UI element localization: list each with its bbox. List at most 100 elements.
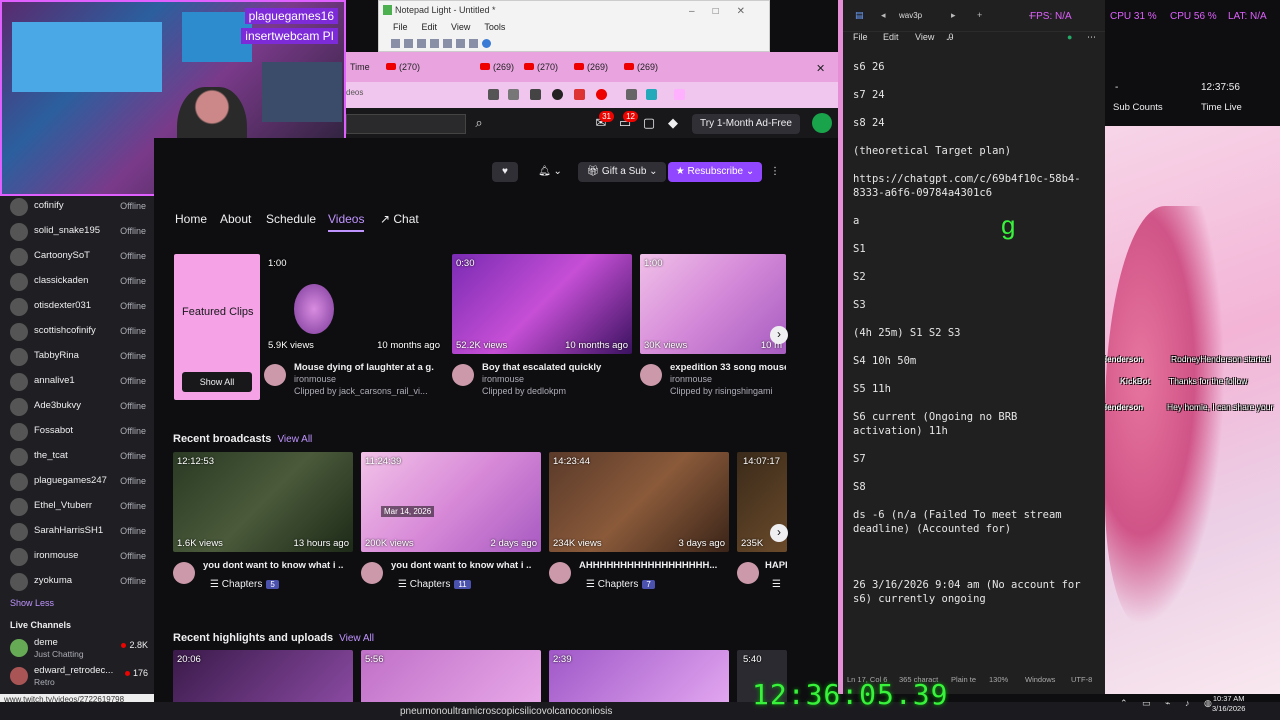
menu-edit[interactable]: Edit xyxy=(883,32,899,42)
broadcast-thumbnail[interactable]: 14:23:44 234K views 3 days ago xyxy=(549,452,729,552)
video-title[interactable]: you dont want to know what i ... xyxy=(203,560,343,571)
chapters-icon[interactable]: ☰ xyxy=(772,579,781,595)
follow-heart-icon[interactable]: ♥ xyxy=(492,162,518,182)
menu-edit[interactable]: Edit xyxy=(422,19,438,35)
gift-sub-button[interactable]: 🎁︎ Gift a Sub ⌄ xyxy=(578,162,666,182)
sidebar-channel-item[interactable]: scottishcofinify Offline xyxy=(0,321,154,343)
tab-home[interactable]: Home xyxy=(175,212,207,226)
sidebar-channel-item[interactable]: TabbyRina Offline xyxy=(0,346,154,368)
notepad-light-window[interactable]: Notepad Light - Untitled * –□✕ File Edit… xyxy=(378,0,770,52)
bookmark-icon[interactable] xyxy=(508,89,519,100)
video-title[interactable]: HAPI xyxy=(765,560,789,571)
browser-tab[interactable]: (269) xyxy=(624,62,658,72)
cut-icon[interactable] xyxy=(443,38,452,48)
browser-tab[interactable]: (270) xyxy=(386,62,420,72)
clip-title[interactable]: Mouse dying of laughter at a g... xyxy=(294,362,434,373)
copy-icon[interactable] xyxy=(456,38,465,48)
chapters-button[interactable]: ☰ Chapters 5 xyxy=(210,579,279,595)
search-input[interactable] xyxy=(346,114,466,134)
browser-tab[interactable]: Time xyxy=(350,62,370,72)
sidebar-channel-item[interactable]: zyokuma Offline xyxy=(0,571,154,593)
clip-title[interactable]: Boy that escalated quickly xyxy=(482,362,622,373)
extension-icon[interactable] xyxy=(646,89,657,100)
sidebar-channel-item[interactable]: cofinify Offline xyxy=(0,196,154,218)
highlight-thumbnail[interactable]: 5:56 xyxy=(361,650,541,704)
sidebar-channel-item[interactable]: annalive1 Offline xyxy=(0,371,154,393)
notepad-tab-name[interactable]: wav3p xyxy=(899,11,922,20)
channel-avatar[interactable] xyxy=(361,562,383,584)
sidebar-channel-item[interactable]: otisdexter031 Offline xyxy=(0,296,154,318)
channel-avatar[interactable] xyxy=(640,364,662,386)
sidebar-channel-item[interactable]: the_tcat Offline xyxy=(0,446,154,468)
carousel-next-button[interactable]: › xyxy=(770,524,788,542)
highlight-thumbnail[interactable]: 20:06 xyxy=(173,650,353,704)
more-options-icon[interactable]: ⋯ xyxy=(1087,32,1096,43)
search-icon[interactable]: ⌕ xyxy=(468,114,490,134)
tab-back-icon[interactable]: ◂ xyxy=(881,10,886,21)
new-file-icon[interactable] xyxy=(391,38,400,48)
open-file-icon[interactable] xyxy=(404,38,413,48)
help-icon[interactable] xyxy=(482,38,491,48)
live-channel-item[interactable]: deme Just Chatting 2.8K xyxy=(0,636,154,660)
format-icon[interactable]: Ꭿ xyxy=(947,32,954,43)
carousel-next-button[interactable]: › xyxy=(770,326,788,344)
browser-tab[interactable]: (269) xyxy=(480,62,514,72)
sidebar-channel-item[interactable]: solid_snake195 Offline xyxy=(0,221,154,243)
view-all-link[interactable]: View All xyxy=(277,434,312,445)
resubscribe-button[interactable]: ★ Resubscribe ⌄ xyxy=(668,162,762,182)
channel-avatar[interactable] xyxy=(737,562,759,584)
sidebar-channel-item[interactable]: CartoonySoT Offline xyxy=(0,246,154,268)
channel-avatar[interactable] xyxy=(549,562,571,584)
youtube-extension-icon[interactable] xyxy=(596,89,607,100)
download-icon[interactable] xyxy=(530,89,541,100)
system-clock[interactable]: 10:37 AM 3/16/2026 xyxy=(1212,694,1245,714)
clip-thumbnail[interactable]: 1:00 5.9K views 10 months ago xyxy=(264,254,444,354)
chapters-button[interactable]: ☰ Chapters 7 xyxy=(586,579,655,595)
sidebar-channel-item[interactable]: SarahHarrisSH1 Offline xyxy=(0,521,154,543)
sidebar-channel-item[interactable]: ironmouse Offline xyxy=(0,546,154,568)
address-bar-text[interactable]: deos xyxy=(346,88,363,97)
tab-chat[interactable]: ↗ Chat xyxy=(380,212,419,226)
extension-icon[interactable] xyxy=(574,89,585,100)
tab-forward-icon[interactable]: ▸ xyxy=(951,10,956,21)
new-tab-icon[interactable]: + xyxy=(977,10,982,20)
extension-icon[interactable] xyxy=(552,89,563,100)
clip-title[interactable]: expedition 33 song mouse xyxy=(670,362,786,373)
menu-view[interactable]: View xyxy=(915,32,934,42)
sidebar-channel-item[interactable]: Ethel_Vtuberr Offline xyxy=(0,496,154,518)
clip-channel[interactable]: ironmouse xyxy=(482,374,622,384)
browser-tab[interactable]: (270) xyxy=(524,62,558,72)
channel-avatar[interactable] xyxy=(173,562,195,584)
sidebar-channel-item[interactable]: Ade3bukvy Offline xyxy=(0,396,154,418)
camera-icon[interactable] xyxy=(674,89,685,100)
print-icon[interactable] xyxy=(430,38,439,48)
more-options-icon[interactable]: ⋮ xyxy=(768,162,782,182)
user-avatar[interactable] xyxy=(812,113,832,133)
clip-thumbnail[interactable]: 0:30 52.2K views 10 months ago xyxy=(452,254,632,354)
prime-loot-icon[interactable]: ✉ 31 xyxy=(592,111,614,133)
sidebar-channel-item[interactable]: Fossabot Offline xyxy=(0,421,154,443)
sidebar-channel-item[interactable]: classickaden Offline xyxy=(0,271,154,293)
channel-avatar[interactable] xyxy=(452,364,474,386)
menu-file[interactable]: File xyxy=(853,32,868,42)
clip-thumbnail[interactable]: 1:00 30K views 10 m xyxy=(640,254,786,354)
extension-icon[interactable] xyxy=(626,89,637,100)
clip-channel[interactable]: ironmouse xyxy=(294,374,434,384)
try-ad-free-button[interactable]: Try 1-Month Ad-Free xyxy=(692,114,800,134)
profile-icon[interactable]: ● xyxy=(1067,32,1072,42)
notifications-bell-icon[interactable]: 🔔︎ ⌄ xyxy=(532,162,568,182)
video-title[interactable]: you dont want to know what i ... xyxy=(391,560,531,571)
show-all-button[interactable]: Show All xyxy=(182,372,252,392)
tab-about[interactable]: About xyxy=(220,212,251,226)
system-tray[interactable]: ⌃ ▭ ⌁ ♪ ◍ xyxy=(1120,698,1218,709)
broadcast-thumbnail[interactable]: 11:24:39 Mar 14, 2026 200K views 2 days … xyxy=(361,452,541,552)
broadcast-thumbnail[interactable]: 12:12:53 1.6K views 13 hours ago xyxy=(173,452,353,552)
view-all-link[interactable]: View All xyxy=(339,633,374,644)
extension-icon[interactable] xyxy=(488,89,499,100)
browser-tab[interactable]: (269) xyxy=(574,62,608,72)
save-icon[interactable] xyxy=(417,38,426,48)
window-controls[interactable]: –□✕ xyxy=(689,3,763,21)
video-title[interactable]: AHHHHHHHHHHHHHHHHHH... xyxy=(579,560,719,571)
menu-file[interactable]: File xyxy=(393,19,408,35)
bits-icon[interactable]: ◆ xyxy=(664,115,682,133)
